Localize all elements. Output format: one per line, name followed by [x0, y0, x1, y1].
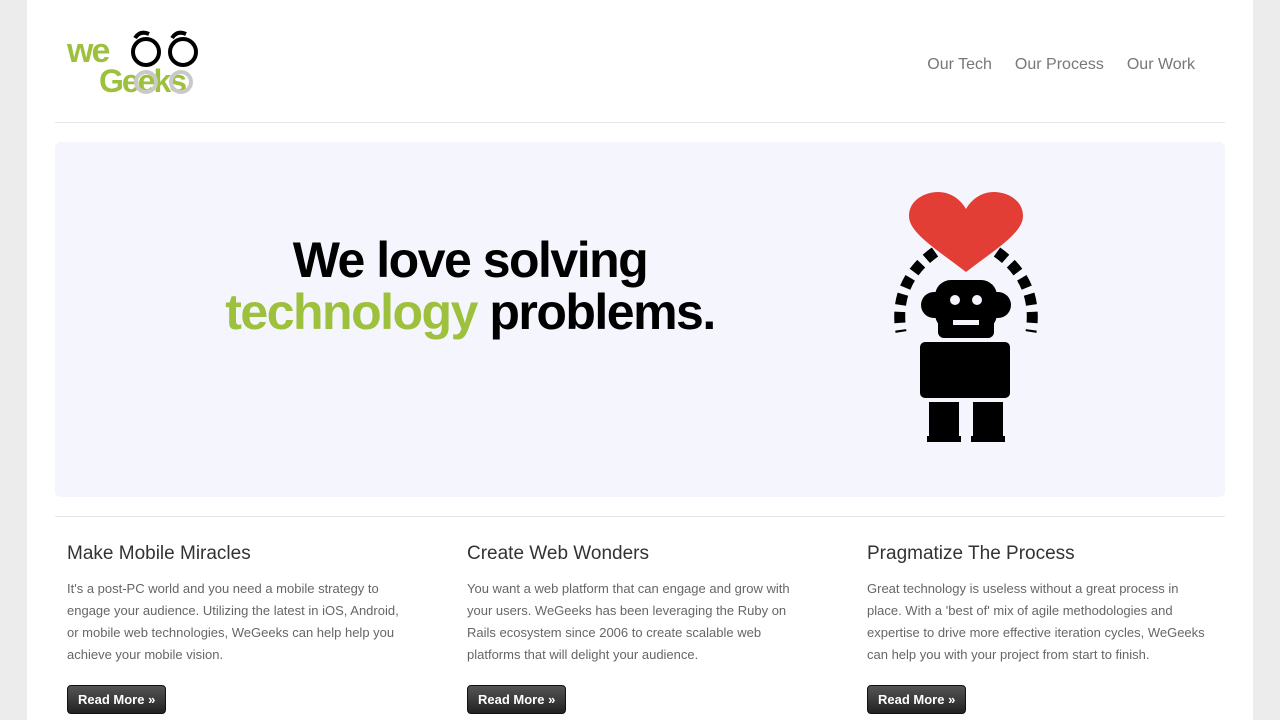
robot-left-leg	[929, 402, 959, 438]
page: we Geeks Our Tech Our Process Our Work W…	[27, 0, 1253, 720]
nav-our-process[interactable]: Our Process	[1015, 54, 1104, 76]
feature-body: It's a post-PC world and you need a mobi…	[67, 581, 399, 662]
feature-web: Create Web Wonders You want a web platfo…	[467, 540, 807, 714]
nav-our-tech[interactable]: Our Tech	[927, 54, 992, 76]
header-divider	[55, 122, 1225, 123]
robot-left-foot	[927, 436, 961, 442]
robot-left-eye	[950, 295, 960, 305]
glasses-icon	[131, 30, 198, 67]
nav-our-work[interactable]: Our Work	[1127, 54, 1195, 76]
robot-body	[920, 342, 1010, 398]
robot-head	[921, 280, 1011, 338]
feature-process: Pragmatize The Process Great technology …	[867, 540, 1207, 714]
main-nav: Our Tech Our Process Our Work	[927, 54, 1195, 76]
feature-title: Pragmatize The Process	[867, 543, 1075, 564]
robot-right-arm	[993, 247, 1038, 333]
feature-mobile: Make Mobile Miracles It's a post-PC worl…	[67, 540, 407, 714]
read-more-button[interactable]: Read More »	[467, 685, 567, 714]
hero-headline: We love solving technology problems.	[55, 234, 885, 338]
read-more-button[interactable]: Read More »	[67, 685, 167, 714]
robot-right-foot	[971, 436, 1005, 442]
feature-title: Create Web Wonders	[467, 543, 649, 564]
robot-right-eye	[972, 295, 982, 305]
hero-divider	[55, 516, 1225, 517]
robot-mouth	[953, 320, 979, 325]
wegeeks-logo[interactable]: we Geeks	[67, 26, 247, 98]
heart-icon	[909, 192, 1023, 272]
robot-heart-icon	[894, 192, 1038, 442]
read-more-button[interactable]: Read More »	[867, 685, 967, 714]
hero-line-1: We love solving	[292, 232, 649, 288]
feature-title: Make Mobile Miracles	[67, 543, 251, 564]
robot-left-arm	[894, 247, 939, 333]
hero-banner: We love solving technology problems.	[55, 142, 1225, 497]
feature-body: Great technology is useless without a gr…	[867, 581, 1205, 662]
robot-right-leg	[973, 402, 1003, 438]
hero-accent-word: technology	[225, 284, 478, 340]
feature-body: You want a web platform that can engage …	[467, 581, 790, 662]
hero-line-2: problems.	[476, 284, 716, 340]
